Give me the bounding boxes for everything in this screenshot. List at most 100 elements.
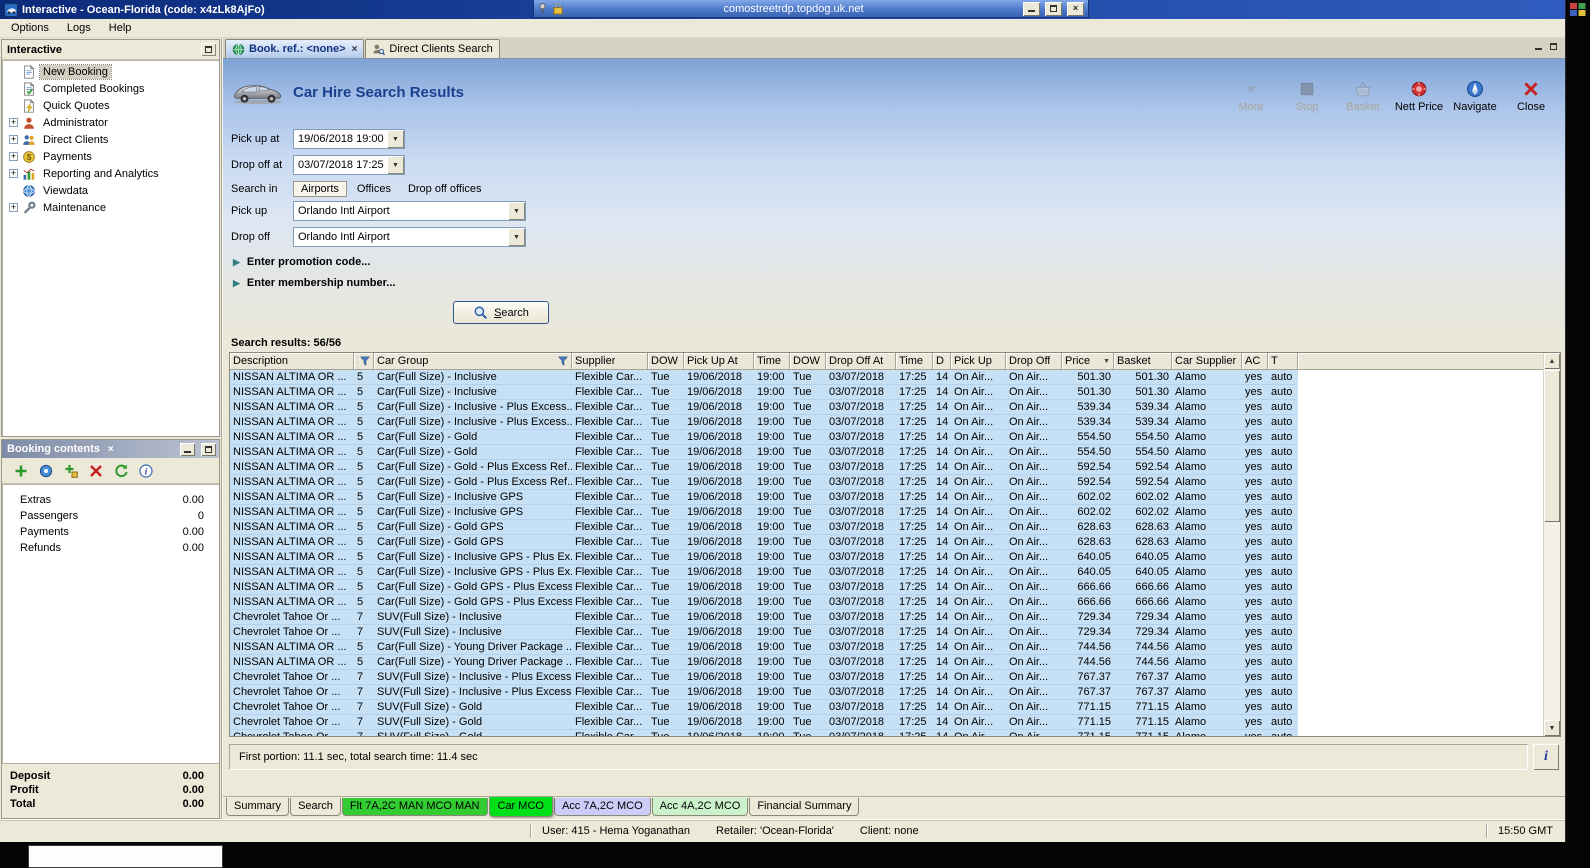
info-button[interactable] bbox=[139, 464, 153, 478]
column-header[interactable]: Car Group ▼ bbox=[374, 353, 572, 370]
rdp-minimize-button[interactable] bbox=[1023, 1, 1040, 16]
table-row[interactable]: NISSAN ALTIMA OR ... 5 Car(Full Size) - … bbox=[230, 445, 1543, 460]
table-row[interactable]: NISSAN ALTIMA OR ... 5 Car(Full Size) - … bbox=[230, 370, 1543, 385]
column-header[interactable]: Drop Off At ▼ bbox=[826, 353, 896, 370]
booking-contents-titlebar[interactable]: Booking contents × bbox=[2, 440, 219, 458]
sidebar-item-direct-clients[interactable]: + Direct Clients bbox=[2, 131, 219, 148]
menu-options[interactable]: Options bbox=[2, 20, 58, 36]
stop-button[interactable]: Stop bbox=[1279, 77, 1335, 115]
tree-expander-icon[interactable]: + bbox=[9, 135, 18, 144]
sidebar-item-quick-quotes[interactable]: + Quick Quotes bbox=[2, 97, 219, 114]
bottom-tab-flight[interactable]: Flt 7A,2C MAN MCO MAN bbox=[341, 798, 488, 816]
table-row[interactable]: NISSAN ALTIMA OR ... 5 Car(Full Size) - … bbox=[230, 655, 1543, 670]
tree-expander-icon[interactable]: + bbox=[9, 203, 18, 212]
column-header[interactable]: Basket ▼ bbox=[1114, 353, 1172, 370]
column-header[interactable]: Price ▼ bbox=[1062, 353, 1114, 370]
table-row[interactable]: NISSAN ALTIMA OR ... 5 Car(Full Size) - … bbox=[230, 550, 1543, 565]
table-row[interactable]: NISSAN ALTIMA OR ... 5 Car(Full Size) - … bbox=[230, 385, 1543, 400]
dropoff-datetime-combo[interactable]: 03/07/2018 17:25 ▼ bbox=[293, 155, 405, 175]
chevron-down-icon[interactable]: ▼ bbox=[387, 156, 404, 174]
chevron-down-icon[interactable]: ▼ bbox=[508, 228, 525, 246]
bottom-tab-car[interactable]: Car MCO bbox=[488, 797, 553, 817]
table-row[interactable]: NISSAN ALTIMA OR ... 5 Car(Full Size) - … bbox=[230, 595, 1543, 610]
membership-expander[interactable]: ▶ Enter membership number... bbox=[233, 277, 1559, 289]
table-row[interactable]: NISSAN ALTIMA OR ... 5 Car(Full Size) - … bbox=[230, 505, 1543, 520]
pickup-datetime-combo[interactable]: 19/06/2018 19:00 ▼ bbox=[293, 129, 405, 149]
column-header[interactable]: T ▼ bbox=[1268, 353, 1298, 370]
add-extra-button[interactable] bbox=[64, 464, 78, 478]
column-header[interactable]: Supplier ▼ bbox=[572, 353, 648, 370]
pin-icon[interactable] bbox=[538, 2, 547, 15]
info-button[interactable]: i bbox=[1533, 744, 1559, 770]
navigate-button[interactable]: Navigate bbox=[1447, 77, 1503, 115]
mdi-restore-icon[interactable] bbox=[1550, 43, 1557, 50]
promo-code-expander[interactable]: ▶ Enter promotion code... bbox=[233, 256, 1559, 268]
sidebar-item-reporting-analytics[interactable]: + Reporting and Analytics bbox=[2, 165, 219, 182]
refresh-button[interactable] bbox=[114, 464, 128, 478]
column-header[interactable]: Drop Off ▼ bbox=[1006, 353, 1062, 370]
filter-funnel-icon[interactable] bbox=[360, 356, 370, 366]
table-row[interactable]: Chevrolet Tahoe Or ... 7 SUV(Full Size) … bbox=[230, 715, 1543, 730]
sidebar-item-viewdata[interactable]: + Viewdata bbox=[2, 182, 219, 199]
search-in-airports[interactable]: Airports bbox=[293, 181, 347, 197]
column-header[interactable]: D ▼ bbox=[933, 353, 951, 370]
tab-close-icon[interactable]: × bbox=[350, 44, 358, 55]
column-header[interactable]: Car Supplier ▼ bbox=[1172, 353, 1242, 370]
table-row[interactable]: NISSAN ALTIMA OR ... 5 Car(Full Size) - … bbox=[230, 580, 1543, 595]
panel-minimize-button[interactable] bbox=[180, 442, 195, 456]
sidebar-item-administrator[interactable]: + Administrator bbox=[2, 114, 219, 131]
menu-help[interactable]: Help bbox=[100, 20, 141, 36]
chevron-down-icon[interactable]: ▼ bbox=[508, 202, 525, 220]
rdp-connection-bar[interactable]: comostreetrdp.topdog.uk.net × bbox=[533, 0, 1089, 18]
panel-close-icon[interactable]: × bbox=[106, 444, 116, 455]
tab-booking-ref[interactable]: Book. ref.: <none> × bbox=[225, 39, 365, 58]
nett-price-button[interactable]: Nett Price bbox=[1391, 77, 1447, 115]
bottom-tab-financial-summary[interactable]: Financial Summary bbox=[749, 798, 860, 816]
panel-maximize-button[interactable] bbox=[201, 442, 216, 456]
basket-button[interactable]: Basket bbox=[1335, 77, 1391, 115]
scrollbar-thumb[interactable] bbox=[1544, 370, 1560, 522]
column-header[interactable]: Time ▼ bbox=[754, 353, 790, 370]
sidebar-item-payments[interactable]: + Payments bbox=[2, 148, 219, 165]
add-button[interactable] bbox=[14, 464, 28, 478]
column-header[interactable]: DOW ▼ bbox=[790, 353, 826, 370]
filter-funnel-icon[interactable] bbox=[558, 356, 568, 366]
table-row[interactable]: NISSAN ALTIMA OR ... 5 Car(Full Size) - … bbox=[230, 430, 1543, 445]
rdp-close-button[interactable]: × bbox=[1067, 1, 1084, 16]
pickup-location-combo[interactable]: Orlando Intl Airport ▼ bbox=[293, 201, 526, 221]
close-button[interactable]: Close bbox=[1503, 77, 1559, 115]
table-row[interactable]: NISSAN ALTIMA OR ... 5 Car(Full Size) - … bbox=[230, 475, 1543, 490]
sidebar-item-maintenance[interactable]: + Maintenance bbox=[2, 199, 219, 216]
panel-collapse-button[interactable] bbox=[201, 43, 216, 56]
table-row[interactable]: NISSAN ALTIMA OR ... 5 Car(Full Size) - … bbox=[230, 490, 1543, 505]
table-row[interactable]: NISSAN ALTIMA OR ... 5 Car(Full Size) - … bbox=[230, 415, 1543, 430]
chevron-down-icon[interactable]: ▼ bbox=[387, 130, 404, 148]
menu-logs[interactable]: Logs bbox=[58, 20, 100, 36]
table-row[interactable]: Chevrolet Tahoe Or ... 7 SUV(Full Size) … bbox=[230, 670, 1543, 685]
column-header[interactable]: S ▼ bbox=[354, 353, 374, 370]
bottom-tab-search[interactable]: Search bbox=[290, 798, 341, 816]
table-row[interactable]: NISSAN ALTIMA OR ... 5 Car(Full Size) - … bbox=[230, 640, 1543, 655]
column-header[interactable]: Pick Up At ▼ bbox=[684, 353, 754, 370]
bottom-tab-acc-7a[interactable]: Acc 7A,2C MCO bbox=[553, 798, 651, 816]
tab-direct-clients-search[interactable]: Direct Clients Search × bbox=[365, 39, 500, 58]
tree-expander-icon[interactable]: + bbox=[9, 118, 18, 127]
search-in-drop-off-offices[interactable]: Drop off offices bbox=[401, 181, 489, 197]
tree-expander-icon[interactable]: + bbox=[9, 152, 18, 161]
column-header[interactable]: DOW ▼ bbox=[648, 353, 684, 370]
bottom-tab-acc-4a[interactable]: Acc 4A,2C MCO bbox=[651, 798, 749, 816]
table-row[interactable]: NISSAN ALTIMA OR ... 5 Car(Full Size) - … bbox=[230, 400, 1543, 415]
search-in-offices[interactable]: Offices bbox=[350, 181, 398, 197]
table-row[interactable]: Chevrolet Tahoe Or ... 7 SUV(Full Size) … bbox=[230, 685, 1543, 700]
delete-button[interactable] bbox=[89, 464, 103, 478]
column-header[interactable]: AC ▼ bbox=[1242, 353, 1268, 370]
desktop-shortcut-icon[interactable] bbox=[1569, 2, 1587, 17]
dropoff-location-combo[interactable]: Orlando Intl Airport ▼ bbox=[293, 227, 526, 247]
tree-expander-icon[interactable]: + bbox=[9, 169, 18, 178]
table-row[interactable]: Chevrolet Tahoe Or ... 7 SUV(Full Size) … bbox=[230, 625, 1543, 640]
search-button[interactable]: Search Search bbox=[453, 301, 549, 324]
table-row[interactable]: NISSAN ALTIMA OR ... 5 Car(Full Size) - … bbox=[230, 460, 1543, 475]
table-row[interactable]: Chevrolet Tahoe Or ... 7 SUV(Full Size) … bbox=[230, 610, 1543, 625]
vertical-scrollbar[interactable]: ▲ ▼ bbox=[1543, 353, 1560, 736]
table-row[interactable]: Chevrolet Tahoe Or ... 7 SUV(Full Size) … bbox=[230, 700, 1543, 715]
